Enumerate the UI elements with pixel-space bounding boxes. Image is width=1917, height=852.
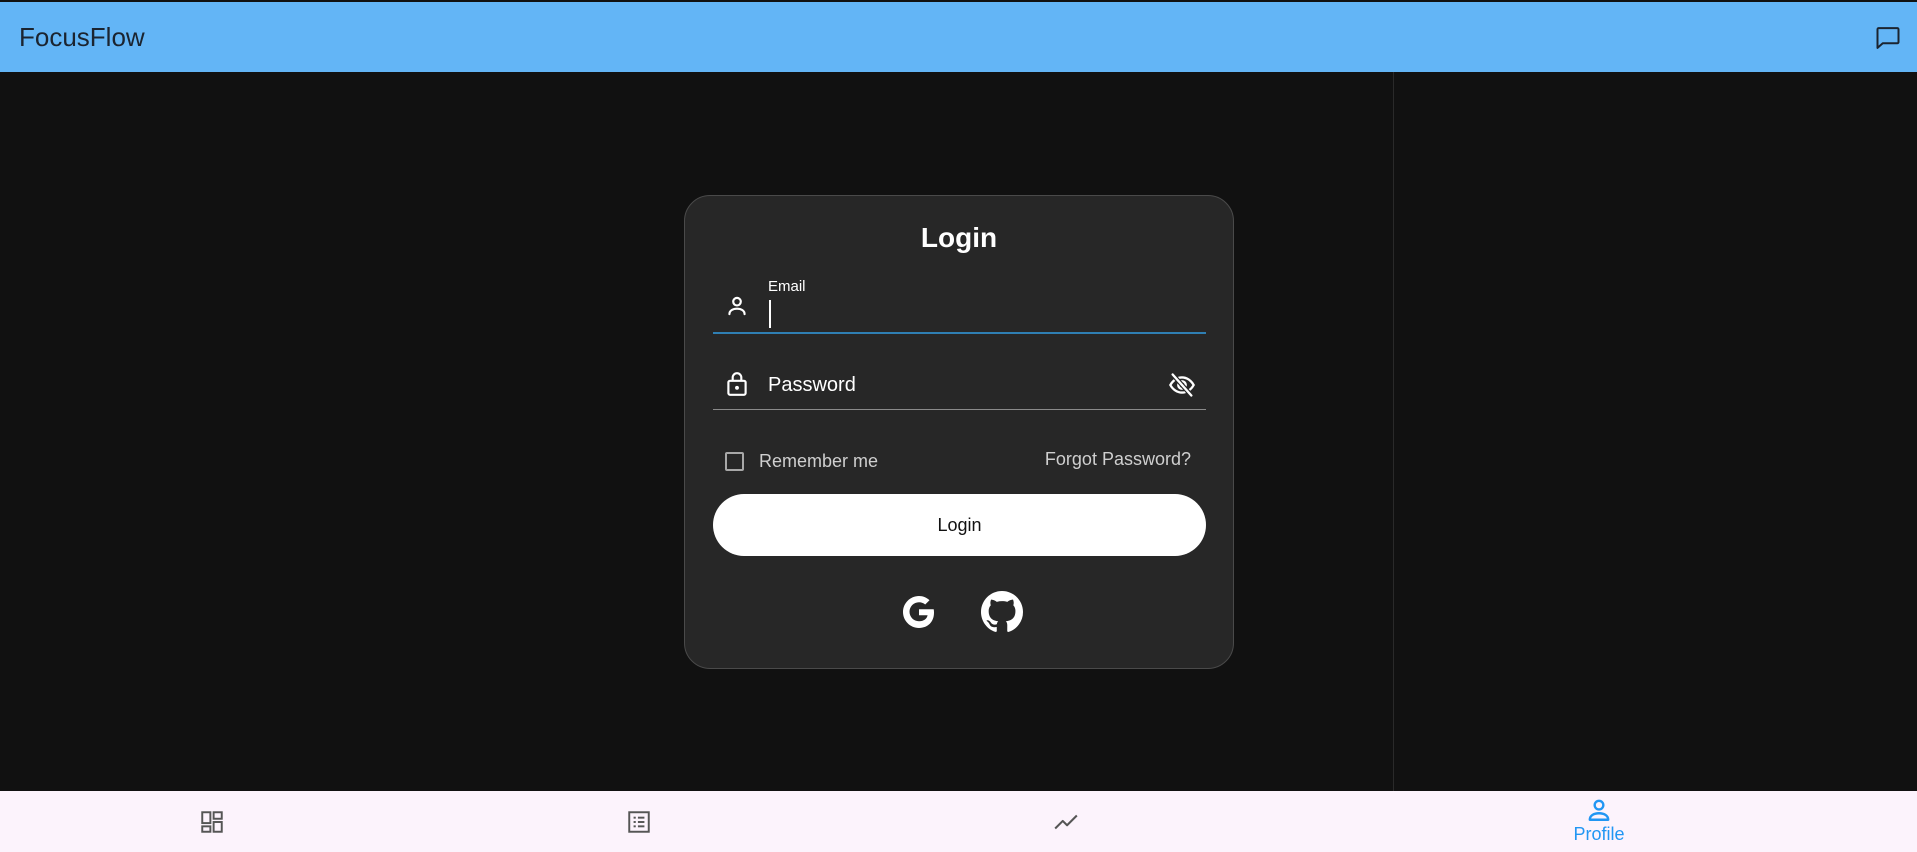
email-field[interactable]: Email	[713, 278, 1206, 334]
person-icon	[723, 292, 751, 320]
main-content: Login Email Remember me Forgot Password?…	[0, 72, 1917, 791]
email-input[interactable]	[768, 300, 1188, 328]
github-login-button[interactable]	[981, 591, 1023, 633]
remember-me-label[interactable]: Remember me	[759, 451, 878, 472]
app-title: FocusFlow	[19, 22, 145, 52]
lock-icon	[723, 370, 751, 398]
app-root: FocusFlow Login Email Remember me Forgot…	[0, 0, 1917, 852]
top-app-bar: FocusFlow	[0, 2, 1917, 72]
remember-me-checkbox[interactable]	[725, 451, 744, 471]
login-card: Login Email Remember me Forgot Password?…	[684, 195, 1234, 669]
text-caret	[769, 300, 771, 328]
chat-bubble-icon	[1876, 27, 1900, 49]
login-button[interactable]: Login	[713, 494, 1206, 556]
nav-item-profile[interactable]: Profile	[1539, 791, 1659, 852]
google-login-button[interactable]	[898, 591, 940, 633]
visibility-off-icon	[1169, 372, 1195, 398]
panel-divider	[1393, 72, 1394, 791]
list-icon	[628, 810, 650, 833]
nav-item-dashboard[interactable]	[152, 791, 272, 852]
bottom-navigation: Profile	[0, 791, 1917, 852]
login-title: Login	[920, 222, 998, 253]
toggle-password-visibility[interactable]	[1166, 370, 1198, 400]
nav-item-trending[interactable]	[1006, 791, 1126, 852]
google-icon	[903, 596, 934, 628]
email-label: Email	[768, 278, 806, 295]
person-icon	[1588, 799, 1610, 821]
password-input[interactable]	[768, 370, 1148, 400]
password-field[interactable]	[713, 360, 1206, 410]
remember-me-row: Remember me	[725, 448, 878, 474]
nav-item-list[interactable]	[579, 791, 699, 852]
forgot-password-link[interactable]: Forgot Password?	[1045, 449, 1191, 470]
github-icon	[981, 591, 1023, 632]
chat-button[interactable]	[1873, 23, 1903, 53]
trending-icon	[1054, 814, 1078, 829]
dashboard-icon	[201, 810, 223, 833]
nav-label-profile: Profile	[1573, 824, 1625, 844]
